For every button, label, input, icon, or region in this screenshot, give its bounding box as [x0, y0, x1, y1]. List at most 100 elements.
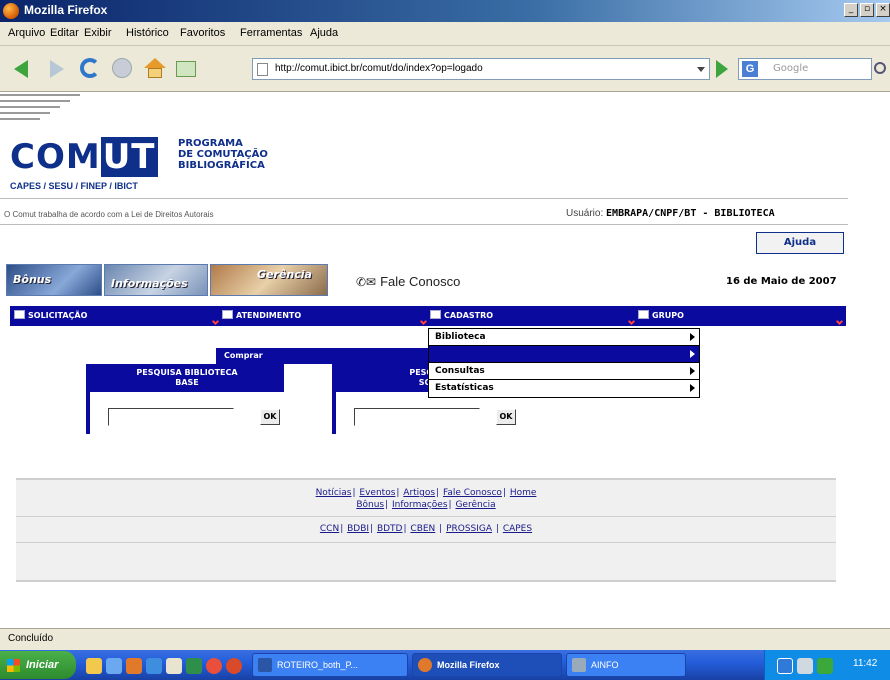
status-bar: Concluído	[0, 628, 890, 650]
quicklaunch-ie-icon[interactable]	[146, 658, 162, 674]
copyright-text: O Comut trabalha de acordo com a Lei de …	[4, 210, 214, 219]
task-roteiro-label: ROTEIRO_both_P...	[277, 660, 358, 670]
stop-button[interactable]	[112, 58, 134, 80]
menu-ferramentas[interactable]: Ferramentas	[240, 27, 302, 39]
title-bar[interactable]: Mozilla Firefox _ ▫ ×	[0, 0, 890, 22]
menu-exibir[interactable]: Exibir	[84, 27, 112, 39]
dropdown-item-biblioteca-label: Biblioteca	[435, 332, 486, 342]
quicklaunch-explorer-icon[interactable]	[106, 658, 122, 674]
program-line-2: DE COMUTAÇÃO	[178, 149, 268, 160]
menu-favoritos[interactable]: Favoritos	[180, 27, 225, 39]
footer-link-ccn[interactable]: CCN	[320, 524, 339, 534]
tray-volume-icon[interactable]	[797, 658, 813, 674]
maximize-button[interactable]: ▫	[860, 3, 874, 17]
footer-link-cben[interactable]: CBEN	[410, 524, 435, 534]
search-request-input[interactable]	[354, 408, 480, 426]
menu-arquivo[interactable]: Arquivo	[8, 27, 45, 39]
help-button[interactable]: Ajuda	[756, 232, 844, 254]
search-library-title-1: PESQUISA BIBLIOTECA	[136, 368, 238, 377]
banner-gerencia[interactable]: Gerência	[210, 264, 328, 296]
search-library-ok-button[interactable]: OK	[260, 409, 280, 425]
banner-informacoes-label: Informações	[111, 277, 188, 290]
quicklaunch-media-icon[interactable]	[206, 658, 222, 674]
task-firefox[interactable]: Mozilla Firefox	[412, 653, 562, 677]
dropdown-item-highlighted[interactable]	[429, 346, 699, 363]
banner-bonus[interactable]: Bônus	[6, 264, 102, 296]
quicklaunch-app-icon[interactable]	[186, 658, 202, 674]
footer-link-eventos[interactable]: Eventos	[359, 488, 395, 498]
address-bar[interactable]: http://comut.ibict.br/comut/do/index?op=…	[252, 58, 710, 80]
menu-editar[interactable]: Editar	[50, 27, 79, 39]
search-placeholder: Google	[773, 63, 809, 74]
footer-link-bdtd[interactable]: BDTD	[377, 524, 403, 534]
footer-link-bdbi[interactable]: BDBI	[347, 524, 369, 534]
search-box[interactable]: G Google	[738, 58, 872, 80]
footer-link-capes[interactable]: CAPES	[503, 524, 532, 534]
go-button[interactable]	[716, 60, 728, 78]
footer-link-informacoes[interactable]: Informações	[392, 500, 448, 510]
footer-link-bonus[interactable]: Bônus	[356, 500, 384, 510]
chevron-right-icon	[690, 384, 695, 392]
dropdown-item-consultas-label: Consultas	[435, 366, 485, 376]
address-text[interactable]: http://comut.ibict.br/comut/do/index?op=…	[275, 63, 483, 74]
footer-links-row1: Notícias| Eventos| Artigos| Fale Conosco…	[315, 488, 537, 498]
nav-atendimento[interactable]: ATENDIMENTO	[222, 306, 428, 326]
footer-link-noticias[interactable]: Notícias	[316, 488, 352, 498]
close-button[interactable]: ×	[876, 3, 890, 17]
menu-ajuda[interactable]: Ajuda	[310, 27, 338, 39]
main-nav: SOLICITAÇÃO ATENDIMENTO CADASTRO GRUPO	[10, 306, 846, 326]
reload-button[interactable]	[80, 58, 102, 80]
quicklaunch-folder-icon[interactable]	[86, 658, 102, 674]
nav-solicitacao[interactable]: SOLICITAÇÃO	[14, 306, 220, 326]
tray-app-icon[interactable]	[817, 658, 833, 674]
chevron-right-icon	[690, 350, 695, 358]
quicklaunch-notepad-icon[interactable]	[166, 658, 182, 674]
dropdown-item-estatisticas[interactable]: Estatísticas	[429, 380, 699, 397]
contact-icon: ✆✉	[356, 275, 377, 289]
footer-link-gerencia[interactable]: Gerência	[455, 500, 495, 510]
user-label: Usuário:	[566, 208, 604, 219]
chevron-right-icon	[690, 367, 695, 375]
bookmark-button[interactable]	[176, 58, 198, 80]
home-button[interactable]	[144, 58, 166, 80]
back-button[interactable]	[12, 58, 34, 80]
menu-historico[interactable]: Histórico	[126, 27, 169, 39]
nav-grupo[interactable]: GRUPO	[638, 306, 844, 326]
minimize-button[interactable]: _	[844, 3, 858, 17]
footer-link-home[interactable]: Home	[510, 488, 537, 498]
nav-solicitacao-label: SOLICITAÇÃO	[28, 311, 88, 320]
search-icon[interactable]	[874, 62, 886, 74]
google-icon[interactable]: G	[742, 61, 758, 77]
start-button[interactable]: Iniciar	[0, 651, 76, 679]
dropdown-item-biblioteca[interactable]: Biblioteca	[429, 329, 699, 346]
chevron-down-icon	[835, 317, 844, 326]
footer-divider	[16, 542, 836, 543]
search-request-ok-button[interactable]: OK	[496, 409, 516, 425]
system-tray: 11:42	[764, 650, 890, 680]
footer-link-fale-conosco[interactable]: Fale Conosco	[443, 488, 502, 498]
footer-link-artigos[interactable]: Artigos	[403, 488, 435, 498]
logo-part-ut: UT	[100, 137, 158, 177]
task-roteiro[interactable]: ROTEIRO_both_P...	[252, 653, 408, 677]
task-ainfo[interactable]: AINFO	[566, 653, 686, 677]
quicklaunch-antivirus-icon[interactable]	[226, 658, 242, 674]
footer-links-row3: CCN| BDBI| BDTD| CBEN | PROSSIGA | CAPES	[319, 524, 533, 534]
quicklaunch-firefox-icon[interactable]	[126, 658, 142, 674]
nav-cadastro[interactable]: CADASTRO	[430, 306, 636, 326]
banner-informacoes[interactable]: Informações	[104, 264, 208, 296]
user-value: EMBRAPA/CNPF/BT - BIBLIOTECA	[606, 208, 775, 219]
chevron-down-icon[interactable]	[697, 67, 705, 72]
footer-link-prossiga[interactable]: PROSSIGA	[446, 524, 492, 534]
monitor-icon	[14, 310, 25, 319]
menu-bar: Arquivo Editar Exibir Histórico Favorito…	[0, 22, 890, 46]
card-icon	[430, 310, 441, 319]
nav-grupo-label: GRUPO	[652, 311, 684, 320]
dropdown-item-consultas[interactable]: Consultas	[429, 363, 699, 380]
banner-gerencia-label: Gerência	[257, 268, 312, 281]
search-library-input[interactable]	[108, 408, 234, 426]
forward-button[interactable]	[44, 58, 66, 80]
tray-network-icon[interactable]	[777, 658, 793, 674]
taskbar: Iniciar ROTEIRO_both_P... Mozilla Firefo…	[0, 650, 890, 680]
contact-link[interactable]: ✆✉ Fale Conosco	[356, 274, 460, 289]
stop-icon	[112, 58, 132, 78]
